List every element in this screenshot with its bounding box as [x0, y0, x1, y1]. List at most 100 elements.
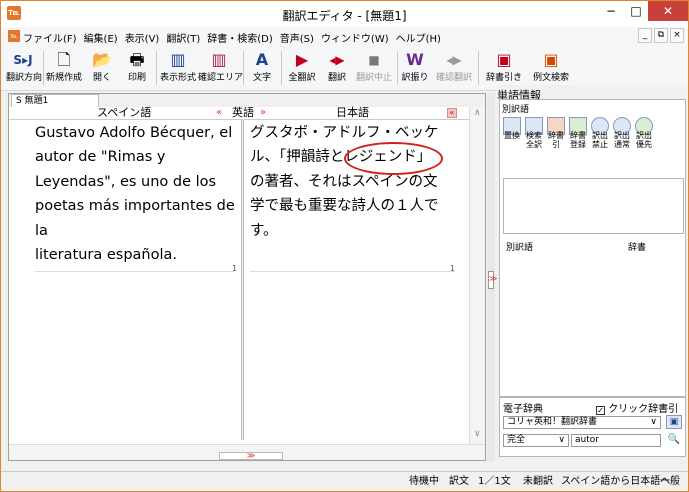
alt-word-column-header: 別訳語: [506, 243, 534, 253]
toolbar-separator: [243, 51, 244, 85]
menu-help[interactable]: ヘルプ(H): [396, 34, 441, 45]
source-text[interactable]: Gustavo Adolfo Bécquer, el autor de "Rim…: [35, 121, 241, 267]
click-lookup-option[interactable]: ✓ クリック辞書引: [596, 400, 678, 415]
translate-label: 翻訳: [327, 73, 346, 83]
search-all-label: 検索 全訳: [526, 131, 542, 149]
word-info-panel: 単語情報 別訳語 置換 検索 全訳 辞書引 辞書 登録 訳出 禁止 訳出 通常 …: [497, 85, 688, 463]
prohibit-label: 訳出 禁止: [592, 131, 608, 149]
font-button[interactable]: A 文字: [247, 48, 277, 84]
source-line-number: 1: [232, 264, 238, 273]
translate-icon: ◂▶: [329, 53, 345, 67]
chevron-down-icon: ∨: [558, 435, 565, 445]
open-button[interactable]: 📂 開く: [87, 48, 117, 84]
direction-label: 翻訳方向: [6, 73, 43, 83]
tab-untitled1[interactable]: S 無題1: [11, 94, 99, 107]
display-format-button[interactable]: ▥ 表示形式: [159, 48, 197, 84]
toolbar-separator: [156, 51, 157, 85]
alt-words-box: 別訳語 置換 検索 全訳 辞書引 辞書 登録 訳出 禁止 訳出 通常 訳出 優先…: [499, 99, 686, 397]
alt-words-heading: 別訳語: [502, 105, 530, 115]
stop-button[interactable]: ■ 翻訳中止: [354, 48, 394, 84]
dictionary-value: コリャ英和！翻訳辞書: [507, 417, 598, 427]
chevron-left-icon[interactable]: «: [216, 107, 222, 119]
dictionary-select[interactable]: コリャ英和！翻訳辞書 ∨: [503, 416, 661, 429]
replace-label: 置換: [504, 131, 520, 140]
column-headers: スペイン語 « 英語 » 日本語 «: [9, 107, 485, 120]
direction-button[interactable]: S▸J 翻訳方向: [6, 48, 43, 84]
translate-button[interactable]: ◂▶ 翻訳: [323, 48, 351, 84]
maximize-button[interactable]: □: [624, 1, 648, 21]
confirm-translation-button[interactable]: ◂▶ 確認翻訳: [433, 48, 475, 84]
mdi-minimize-button[interactable]: _: [638, 28, 652, 43]
source-underline: [35, 271, 235, 272]
menu-window[interactable]: ウィンドウ(W): [321, 34, 389, 45]
alt-words-list[interactable]: [503, 178, 684, 234]
click-lookup-checkbox[interactable]: ✓: [596, 406, 605, 415]
open-folder-icon: 📂: [92, 50, 112, 69]
mdi-restore-button[interactable]: ⧉: [654, 28, 668, 43]
menu-voice[interactable]: 音声(S): [280, 34, 314, 45]
dictionary-lookup-button[interactable]: ▣ 辞書引き: [482, 48, 526, 84]
chevron-down-icon: ∨: [650, 417, 657, 427]
menu-file[interactable]: ファイル(F): [23, 34, 77, 45]
status-position: 1／1文: [478, 476, 511, 487]
status-state: 待機中: [409, 476, 439, 487]
status-bar: 待機中 訳文 1／1文 未翻訳 スペイン語から日本語へ 一般: [1, 471, 688, 491]
stop-label: 翻訳中止: [355, 73, 392, 83]
priority-label: 訳出 優先: [636, 131, 652, 149]
minimize-button[interactable]: −: [598, 1, 624, 21]
display-format-label: 表示形式: [159, 73, 196, 83]
dictionary-lookup-icon: ▣: [496, 50, 512, 69]
status-mode: 訳文: [449, 476, 469, 487]
document-icon[interactable]: ℡: [8, 30, 20, 42]
chevron-right-icon[interactable]: »: [260, 107, 266, 119]
source-language-header: スペイン語: [97, 106, 152, 119]
ruby-translation-button[interactable]: W 訳振り: [400, 48, 430, 84]
menu-dictionary[interactable]: 辞書・検索(D): [207, 34, 273, 45]
e-dict-title: 電子辞典: [503, 404, 543, 415]
menu-view[interactable]: 表示(V): [125, 34, 160, 45]
confirm-area-icon: ▥: [211, 50, 227, 69]
dictionary-lookup-label: 辞書引き: [485, 73, 522, 83]
book-icon[interactable]: ▣: [666, 415, 682, 429]
new-button[interactable]: 🗋 新規作成: [46, 48, 82, 84]
menu-items: ファイル(F) 編集(E) 表示(V) 翻訳(T) 辞書・検索(D) 音声(S) ウィンドウ…: [23, 30, 448, 45]
window-title: 翻訳エディタ - [無題1]: [282, 9, 407, 23]
scroll-up-icon[interactable]: ∧: [474, 108, 481, 118]
dict-search-input[interactable]: autor: [571, 434, 661, 447]
confirm-area-button[interactable]: ▥ 確認エリア: [198, 48, 243, 84]
scroll-down-icon[interactable]: ∨: [474, 429, 481, 439]
confirm-translation-label: 確認翻訳: [435, 73, 472, 83]
close-button[interactable]: ✕: [648, 1, 688, 21]
match-mode-value: 完全: [507, 435, 526, 445]
app-window: ℡ 翻訳エディタ - [無題1] − □ ✕ ℡ ファイル(F) 編集(E) 表示(…: [0, 0, 689, 492]
scroll-handle[interactable]: ≫: [219, 452, 283, 460]
expand-panel-icon[interactable]: ≫: [488, 271, 497, 289]
dict-lookup-label: 辞書引: [548, 131, 564, 149]
example-search-button[interactable]: ▣ 例文検索: [529, 48, 573, 84]
match-mode-select[interactable]: 完全 ∨: [503, 434, 569, 447]
example-search-label: 例文検索: [532, 73, 569, 83]
menu-translate[interactable]: 翻訳(T): [166, 34, 200, 45]
toolbar-separator: [281, 51, 282, 85]
print-button[interactable]: 🖶 印刷: [122, 48, 152, 84]
font-label: 文字: [252, 73, 271, 83]
print-icon: 🖶: [129, 50, 145, 69]
status-direction: スペイン語から日本語へ: [561, 476, 671, 487]
click-lookup-label: クリック辞書引: [608, 404, 679, 415]
target-underline: [250, 271, 454, 272]
menu-edit[interactable]: 編集(E): [84, 34, 118, 45]
normal-label: 訳出 通常: [614, 131, 630, 149]
font-icon: A: [255, 50, 269, 69]
column-divider[interactable]: [241, 120, 244, 440]
translate-all-button[interactable]: ▶ 全翻訳: [286, 48, 318, 84]
print-label: 印刷: [127, 73, 146, 83]
toolbar-separator: [478, 51, 479, 85]
mdi-close-button[interactable]: ×: [670, 28, 684, 43]
status-dict-mode: 一般: [660, 476, 680, 487]
target-line-number: 1: [450, 264, 456, 273]
collapse-pane-icon[interactable]: «: [447, 108, 457, 118]
target-text[interactable]: グスタボ・アドルフ・ベッケ ル、「押韻詩とレジェンド」 の著者、それはスペインの…: [250, 121, 468, 243]
binoculars-icon[interactable]: 🔍: [666, 433, 682, 447]
translate-all-label: 全翻訳: [288, 73, 316, 83]
vertical-scrollbar[interactable]: ∧ ∨: [469, 107, 485, 444]
